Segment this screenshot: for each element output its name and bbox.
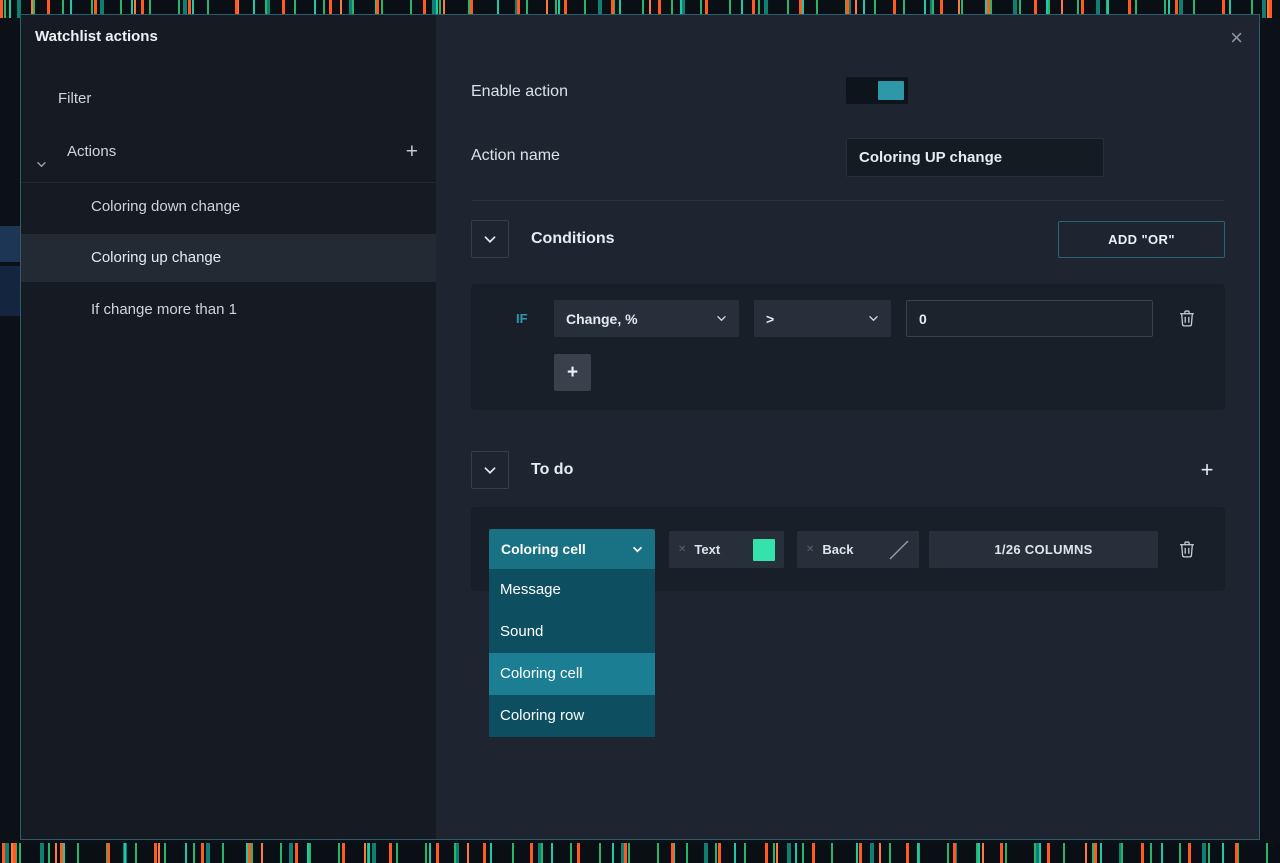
todo-type-dropdown[interactable]: Coloring cell <box>489 529 655 569</box>
condition-operator-value: > <box>766 310 775 327</box>
text-color-label: Text <box>694 542 721 557</box>
close-icon[interactable]: × <box>1230 27 1243 49</box>
todo-type-value: Coloring cell <box>501 541 586 557</box>
sidebar-group-label: Actions <box>67 143 117 160</box>
chevron-down-icon <box>484 235 496 243</box>
back-color-swatch-empty[interactable] <box>888 539 910 561</box>
background-watchlist-row <box>0 266 22 316</box>
background-chart-ticks-bottom <box>0 843 1280 863</box>
dropdown-option-message[interactable]: Message <box>489 569 655 611</box>
chevron-down-icon <box>484 466 496 474</box>
toggle-knob <box>878 81 904 100</box>
todo-title: To do <box>531 461 574 478</box>
trash-icon <box>1179 541 1194 558</box>
action-name-input[interactable] <box>846 138 1104 177</box>
chevron-down-icon <box>858 315 879 322</box>
condition-field-dropdown[interactable]: Change, % <box>554 300 739 337</box>
condition-operator-dropdown[interactable]: > <box>754 300 891 337</box>
background-watchlist-row <box>0 226 22 262</box>
sidebar-item-action[interactable]: If change more than 1 <box>21 286 436 334</box>
sidebar-item-filter[interactable]: Filter <box>21 83 436 115</box>
dropdown-option-coloring-cell[interactable]: Coloring cell <box>489 653 655 695</box>
chevron-down-icon <box>632 546 643 553</box>
action-name-label: Action name <box>471 147 560 164</box>
condition-card: IF Change, % > 0 + <box>471 284 1225 410</box>
trash-icon <box>1179 310 1194 327</box>
conditions-title: Conditions <box>531 230 615 247</box>
todo-collapse-button[interactable] <box>471 451 509 489</box>
back-color-button[interactable]: ✕ Back <box>797 531 919 568</box>
sidebar-item-action-selected[interactable]: Coloring up change <box>21 234 436 282</box>
add-todo-button[interactable]: + <box>1189 452 1225 488</box>
add-or-button[interactable]: ADD "OR" <box>1058 221 1225 258</box>
conditions-collapse-button[interactable] <box>471 220 509 258</box>
todo-type-dropdown-menu: Message Sound Coloring cell Coloring row <box>489 569 655 737</box>
add-action-button[interactable]: + <box>406 135 418 169</box>
text-color-swatch[interactable] <box>753 538 775 561</box>
enable-action-toggle[interactable] <box>846 77 908 104</box>
condition-value-input[interactable] <box>906 300 1153 337</box>
clear-icon: ✕ <box>678 544 687 555</box>
condition-field-value: Change, % <box>566 310 638 327</box>
sidebar-item-action[interactable]: Coloring down change <box>21 182 436 230</box>
if-label: IF <box>516 311 528 326</box>
columns-selector-button[interactable]: 1/26 COLUMNS <box>929 531 1158 568</box>
dialog-title: Watchlist actions <box>35 28 158 45</box>
sidebar-group-actions[interactable]: Actions + <box>21 135 436 169</box>
watchlist-actions-dialog: Watchlist actions Filter Actions + Color… <box>20 14 1260 840</box>
chevron-down-icon <box>706 315 727 322</box>
add-condition-button[interactable]: + <box>554 354 591 391</box>
sidebar: Watchlist actions Filter Actions + Color… <box>21 15 436 839</box>
delete-todo-button[interactable] <box>1168 531 1205 568</box>
clear-icon: ✕ <box>806 544 815 555</box>
enable-action-label: Enable action <box>471 83 568 100</box>
text-color-button[interactable]: ✕ Text <box>669 531 784 568</box>
chevron-down-icon <box>36 147 47 181</box>
dropdown-option-sound[interactable]: Sound <box>489 611 655 653</box>
app-background: Watchlist actions Filter Actions + Color… <box>0 0 1280 863</box>
dropdown-option-coloring-row[interactable]: Coloring row <box>489 695 655 737</box>
delete-condition-button[interactable] <box>1168 300 1205 337</box>
divider <box>471 200 1225 201</box>
back-color-label: Back <box>822 542 854 557</box>
todo-card: Coloring cell Message Sound Coloring cel… <box>471 507 1225 737</box>
